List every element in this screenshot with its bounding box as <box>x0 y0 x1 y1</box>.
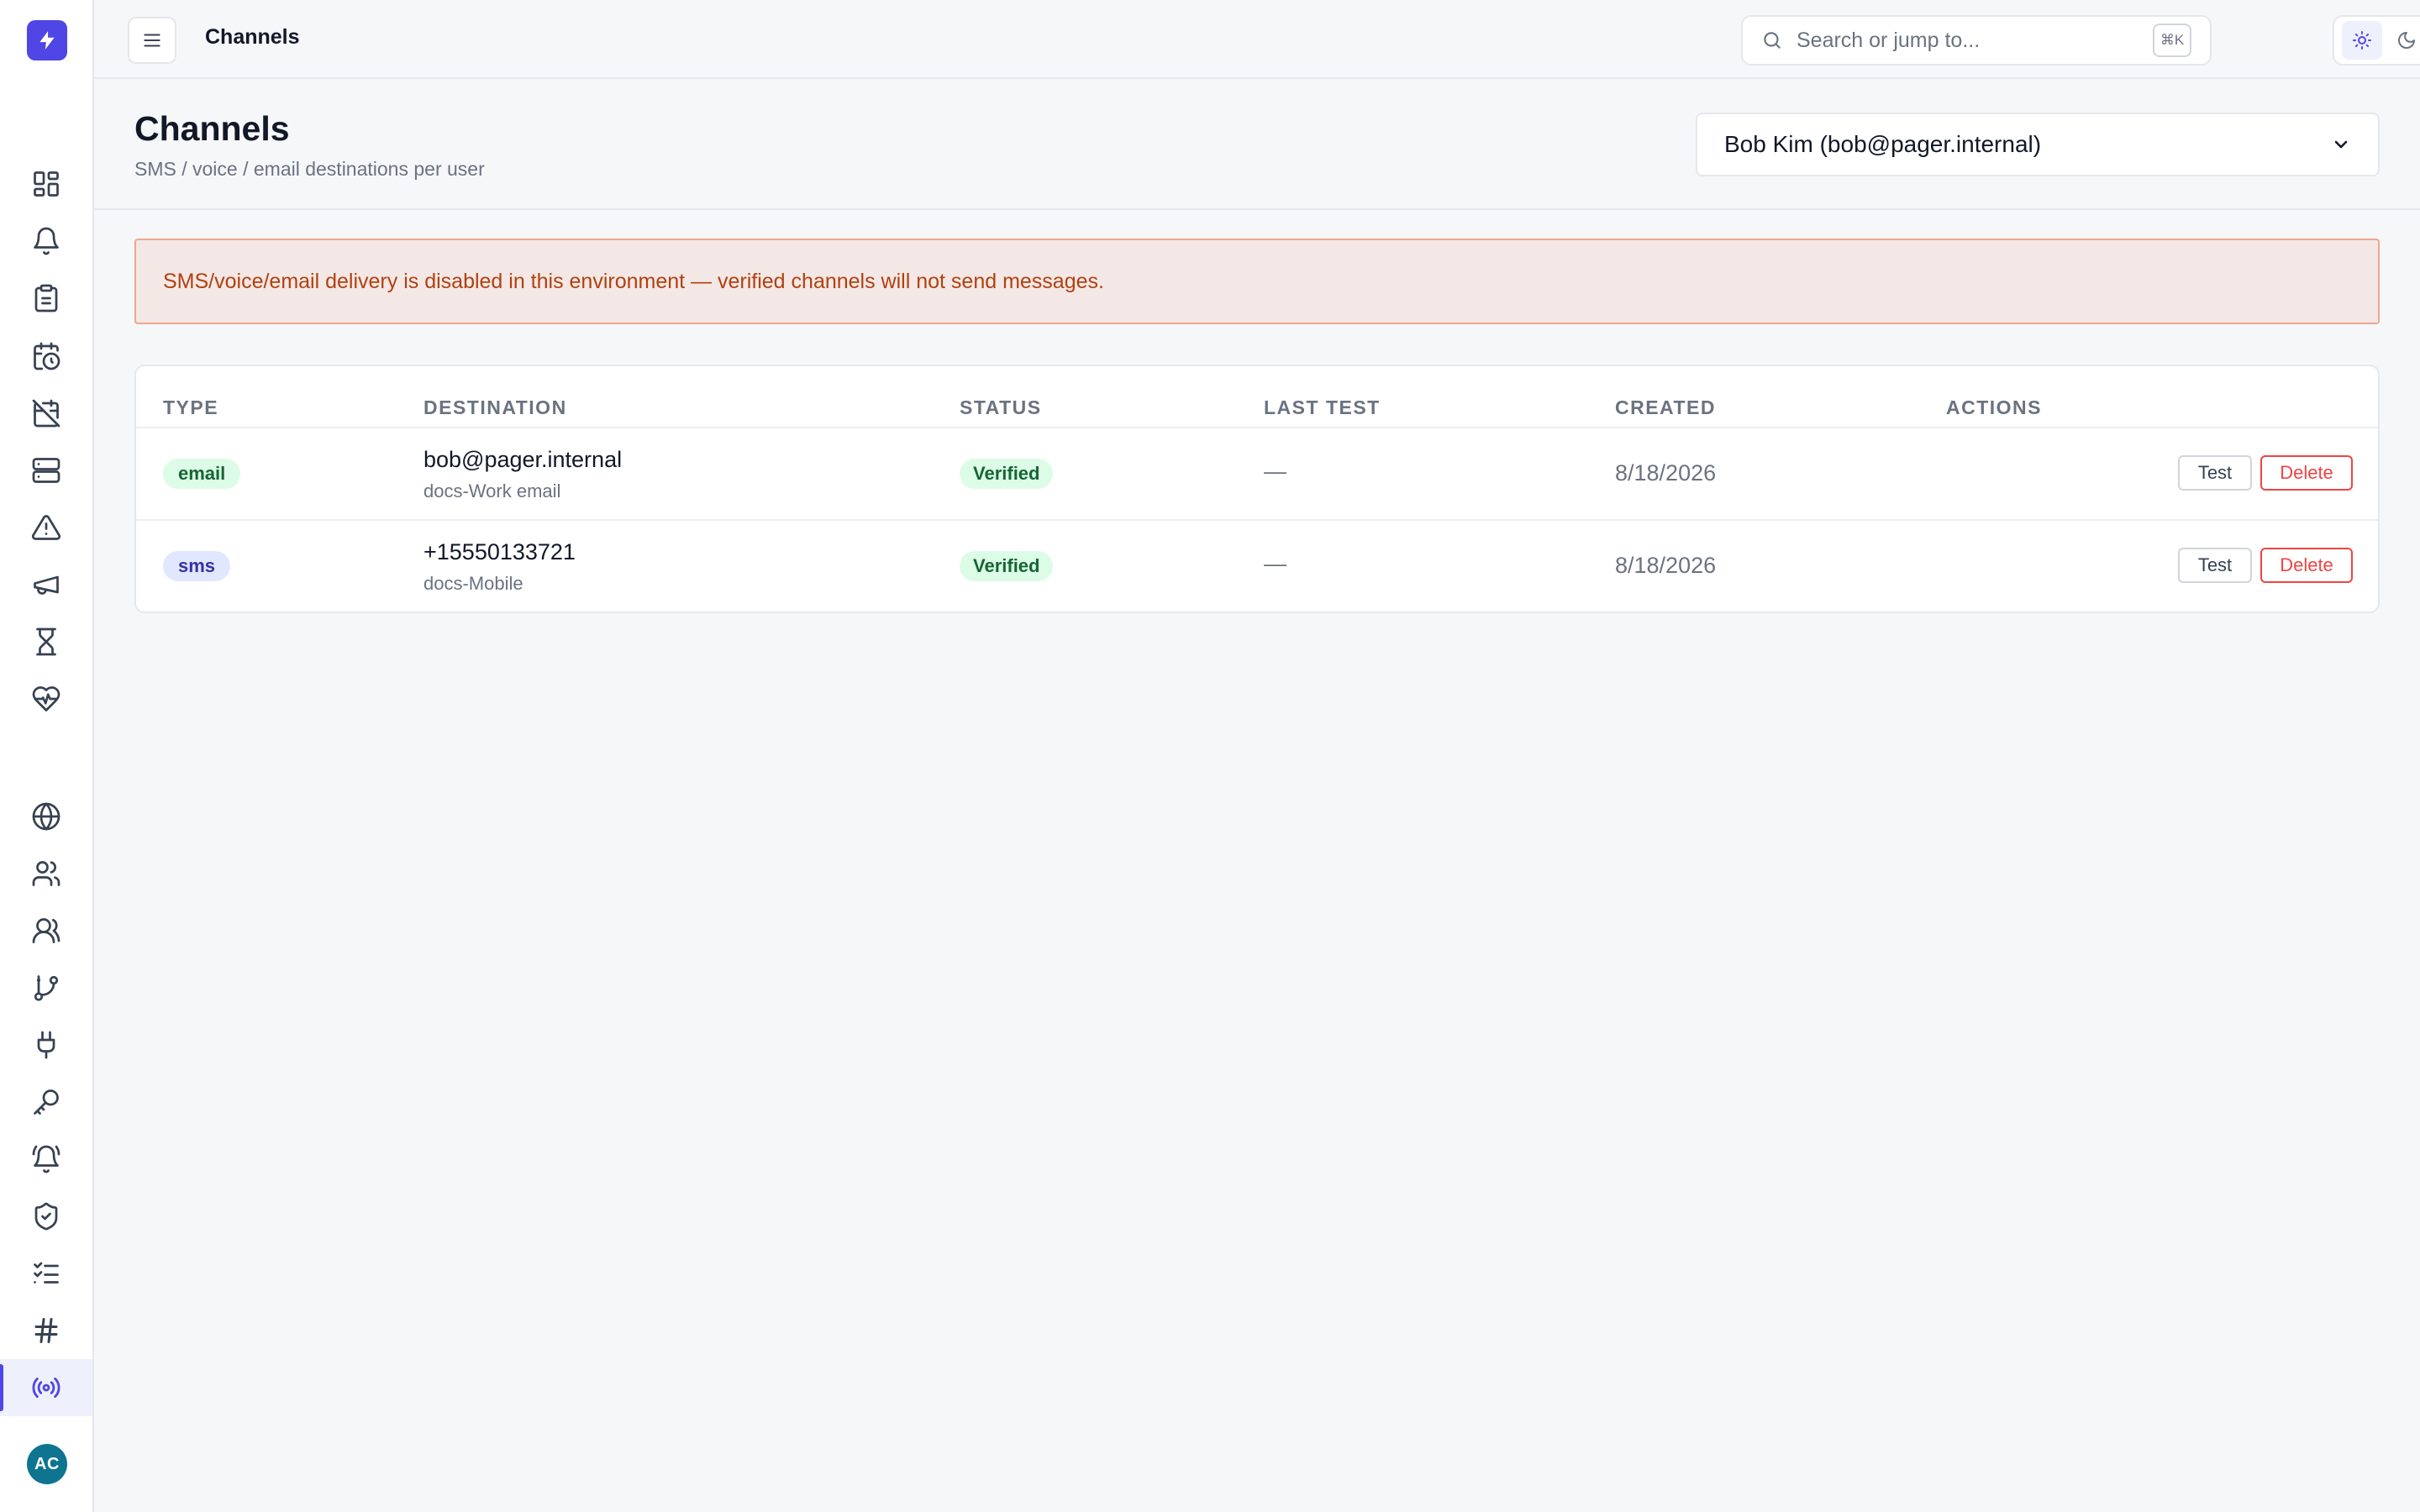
table-row: email bob@pager.internal docs-Work email… <box>136 427 2378 519</box>
sidebar-item-calendar-off[interactable] <box>0 385 92 442</box>
destination-value: +15550133721 <box>424 539 576 564</box>
destination-label: docs-Mobile <box>424 573 523 594</box>
sidebar-item-channels[interactable] <box>0 1359 92 1416</box>
clipboard-icon <box>34 284 58 312</box>
dark-theme-button[interactable] <box>2386 21 2420 60</box>
avatar[interactable]: AC <box>27 1444 67 1484</box>
search-input[interactable]: Search or jump to... ⌘K <box>1741 15 2212 66</box>
search-shortcut: ⌘K <box>2153 24 2191 57</box>
sidebar-item-security[interactable] <box>0 1188 92 1245</box>
page-header: Channels SMS / voice / email destination… <box>94 81 2420 210</box>
sidebar-item-alerts[interactable] <box>0 213 92 270</box>
column-header-type: TYPE <box>163 396 219 418</box>
destination-label: docs-Work email <box>424 480 561 501</box>
sidebar: AC <box>0 0 94 1512</box>
key-icon <box>34 1089 59 1115</box>
destination-value: bob@pager.internal <box>424 447 623 472</box>
test-button[interactable]: Test <box>2178 455 2252 491</box>
bolt-icon <box>39 31 55 50</box>
topbar-title: Channels <box>205 25 300 49</box>
users-icon <box>32 918 60 943</box>
type-badge: sms <box>163 551 231 581</box>
server-icon <box>32 458 60 483</box>
bell-ring-icon <box>32 1145 60 1173</box>
column-header-created: CREATED <box>1615 396 1716 418</box>
theme-switcher <box>2333 15 2420 66</box>
git-branch-icon <box>34 975 59 1001</box>
delivery-disabled-alert: SMS/voice/email delivery is disabled in … <box>134 239 2380 324</box>
channels-table: TYPE DESTINATION STATUS LAST TEST CREATE… <box>134 365 2380 613</box>
sidebar-item-schedules[interactable] <box>0 328 92 385</box>
plug-icon <box>37 1031 55 1059</box>
moon-icon <box>2398 32 2415 49</box>
sidebar-item-health[interactable] <box>0 670 92 727</box>
sidebar-item-warnings[interactable] <box>0 499 92 556</box>
delete-button[interactable]: Delete <box>2260 455 2353 491</box>
light-theme-button[interactable] <box>2341 21 2382 60</box>
menu-toggle-button[interactable] <box>128 17 176 64</box>
hamburger-icon <box>144 34 160 47</box>
app-root: AC Channels Search or jump to... ⌘K Chan… <box>0 0 2420 1512</box>
list-checks-icon <box>34 1262 59 1284</box>
test-button[interactable]: Test <box>2178 548 2252 583</box>
column-header-status: STATUS <box>960 396 1042 418</box>
page-title: Channels <box>134 109 290 148</box>
user-pair-icon <box>32 861 60 886</box>
sidebar-item-tasks[interactable] <box>0 1245 92 1302</box>
user-select-value: Bob Kim (bob@pager.internal) <box>1724 131 2042 157</box>
chevron-down-icon <box>2334 140 2348 149</box>
column-header-actions: ACTIONS <box>1946 396 2042 418</box>
page-subtitle: SMS / voice / email destinations per use… <box>134 158 485 180</box>
sidebar-item-services[interactable] <box>0 442 92 499</box>
grid-icon <box>34 171 59 197</box>
column-header-last-test: LAST TEST <box>1264 396 1381 418</box>
sidebar-item-escalations[interactable] <box>0 959 92 1016</box>
megaphone-icon <box>34 575 59 595</box>
search-icon <box>1764 32 1781 49</box>
sidebar-item-timers[interactable] <box>0 613 92 670</box>
search-placeholder: Search or jump to... <box>1797 28 1981 52</box>
sidebar-item-keys[interactable] <box>0 1074 92 1131</box>
status-badge: Verified <box>960 551 1054 581</box>
heart-pulse-icon <box>32 686 60 711</box>
sidebar-item-dashboard[interactable] <box>0 155 92 213</box>
bell-icon <box>34 227 59 255</box>
sidebar-item-integrations[interactable] <box>0 1016 92 1074</box>
table-row: sms +15550133721 docs-Mobile Verified — … <box>136 519 2378 612</box>
sidebar-item-users[interactable] <box>0 845 92 902</box>
hourglass-icon <box>36 627 56 656</box>
calendar-clock-icon <box>34 342 60 370</box>
user-select[interactable]: Bob Kim (bob@pager.internal) <box>1696 113 2380 176</box>
sun-icon <box>2352 31 2371 50</box>
shield-check-icon <box>34 1202 58 1231</box>
created-date: 8/18/2026 <box>1615 460 1717 486</box>
calendar-off-icon <box>32 399 60 428</box>
sidebar-item-announcements[interactable] <box>0 556 92 613</box>
hash-icon <box>34 1318 58 1343</box>
logo[interactable] <box>27 20 67 60</box>
last-test-value: — <box>1264 459 1286 484</box>
sidebar-item-notifications[interactable] <box>0 1131 92 1188</box>
radio-icon <box>32 1377 60 1399</box>
warning-icon <box>31 515 61 540</box>
column-header-destination: DESTINATION <box>424 396 567 418</box>
sidebar-item-incidents[interactable] <box>0 270 92 327</box>
delete-button[interactable]: Delete <box>2260 548 2353 583</box>
sidebar-item-slack[interactable] <box>0 1302 92 1359</box>
sidebar-item-teams[interactable] <box>0 902 92 959</box>
last-test-value: — <box>1264 551 1286 576</box>
created-date: 8/18/2026 <box>1615 553 1717 578</box>
sidebar-item-global[interactable] <box>0 788 92 845</box>
status-badge: Verified <box>960 459 1054 489</box>
globe-icon <box>32 802 60 831</box>
topbar: Channels Search or jump to... ⌘K <box>94 0 2420 79</box>
type-badge: email <box>163 459 241 489</box>
